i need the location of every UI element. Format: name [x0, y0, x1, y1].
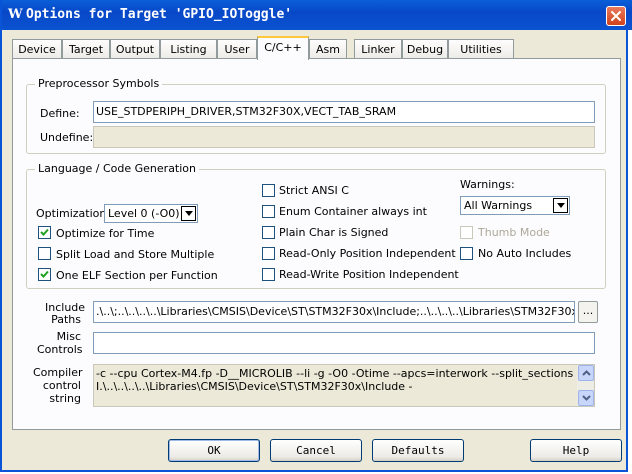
tab-label: Asm — [316, 43, 340, 56]
scroll-up-button[interactable] — [578, 365, 594, 381]
plain-char-signed-checkbox[interactable] — [262, 226, 275, 239]
rw-position-independent-label: Read-Write Position Independent — [279, 268, 459, 281]
strict-ansi-label: Strict ANSI C — [279, 184, 349, 197]
ro-position-independent-checkbox[interactable] — [262, 247, 275, 260]
include-label-line2: Paths — [51, 313, 81, 326]
tab-label: C/C++ — [264, 41, 302, 54]
ro-position-independent-label: Read-Only Position Independent — [279, 247, 456, 260]
one-elf-section-checkbox[interactable] — [38, 268, 51, 281]
preprocessor-group: Preprocessor Symbols Define: USE_STDPERI… — [26, 77, 606, 154]
tab-label: Device — [18, 43, 56, 56]
rw-position-independent-checkbox[interactable] — [262, 268, 275, 281]
check-icon — [40, 228, 49, 236]
chevron-up-icon — [582, 370, 591, 376]
language-legend: Language / Code Generation — [35, 162, 200, 175]
misc-controls-field[interactable] — [93, 332, 595, 354]
optimization-value: Level 0 (-O0) — [108, 207, 180, 220]
one-elf-section-label: One ELF Section per Function — [56, 269, 218, 282]
strict-ansi-checkbox[interactable] — [262, 184, 275, 197]
define-label: Define: — [40, 107, 80, 120]
window-title: Options for Target 'GPIO_IOToggle' — [26, 7, 293, 22]
tab-label: Debug — [406, 43, 444, 56]
include-paths-field[interactable]: .\..\;..\..\..\..\Libraries\CMSIS\Device… — [93, 301, 575, 323]
help-button[interactable]: Help — [530, 439, 622, 462]
tab-user[interactable]: User — [217, 39, 257, 59]
tab-target[interactable]: Target — [62, 39, 110, 59]
optimize-for-time-label: Optimize for Time — [56, 227, 155, 240]
compiler-label-line2: control — [42, 379, 81, 392]
tab-utilities[interactable]: Utilities — [448, 39, 514, 59]
close-icon — [611, 11, 621, 21]
dropdown-button[interactable] — [181, 206, 196, 221]
compiler-control-line2: I.\..\..\..\..\Libraries\CMSIS\Device\ST… — [96, 380, 413, 393]
options-dialog: W Options for Target 'GPIO_IOToggle' Dev… — [0, 0, 632, 472]
preprocessor-legend: Preprocessor Symbols — [35, 77, 163, 90]
compiler-scrollbar[interactable] — [577, 365, 594, 406]
optimize-for-time-checkbox[interactable] — [38, 226, 51, 239]
close-button[interactable] — [606, 6, 626, 26]
optimization-select[interactable]: Level 0 (-O0) — [104, 204, 198, 223]
tab-debug[interactable]: Debug — [402, 39, 448, 59]
tab-label: Target — [68, 43, 104, 56]
split-load-store-checkbox[interactable] — [38, 247, 51, 260]
tab-device[interactable]: Device — [12, 39, 62, 59]
misc-label-line2: Controls — [37, 343, 83, 356]
no-auto-includes-label: No Auto Includes — [478, 247, 572, 260]
ok-button[interactable]: OK — [168, 439, 260, 462]
tab-listing[interactable]: Listing — [160, 39, 217, 59]
tab-label: Utilities — [460, 43, 502, 56]
tab-asm[interactable]: Asm — [309, 39, 347, 59]
enum-container-label: Enum Container always int — [279, 205, 427, 218]
undefine-field[interactable] — [93, 126, 595, 148]
tab-linker[interactable]: Linker — [354, 39, 402, 59]
c-cpp-panel: Preprocessor Symbols Define: USE_STDPERI… — [12, 58, 621, 430]
tab-label: Linker — [361, 43, 395, 56]
compiler-control-string[interactable]: -c --cpu Cortex-M4.fp -D__MICROLIB --li … — [93, 364, 595, 407]
warnings-select[interactable]: All Warnings — [460, 196, 570, 215]
optimization-label: Optimization: — [36, 207, 111, 220]
compiler-label-line1: Compiler — [33, 366, 83, 379]
check-icon — [40, 270, 49, 278]
tab-label: User — [224, 43, 250, 56]
misc-label-line1: Misc — [56, 330, 81, 343]
thumb-mode-checkbox[interactable] — [460, 226, 473, 239]
warnings-label: Warnings: — [460, 178, 515, 191]
define-field[interactable]: USE_STDPERIPH_DRIVER,STM32F30X,VECT_TAB_… — [93, 101, 595, 123]
app-icon: W — [8, 7, 23, 22]
tab-c-cpp[interactable]: C/C++ — [257, 36, 309, 60]
plain-char-signed-label: Plain Char is Signed — [279, 226, 389, 239]
thumb-mode-label: Thumb Mode — [478, 226, 550, 239]
cancel-button[interactable]: Cancel — [270, 439, 362, 462]
compiler-control-line1: -c --cpu Cortex-M4.fp -D__MICROLIB --li … — [96, 367, 576, 380]
chevron-down-icon — [557, 203, 565, 208]
tab-label: Output — [115, 43, 155, 56]
language-group: Language / Code Generation Optimization:… — [26, 162, 606, 289]
tab-output[interactable]: Output — [110, 39, 160, 59]
split-load-store-label: Split Load and Store Multiple — [56, 248, 215, 261]
scroll-down-button[interactable] — [578, 390, 594, 406]
compiler-label-line3: string — [49, 392, 81, 405]
undefine-label: Undefine: — [40, 131, 94, 144]
chevron-down-icon — [185, 211, 193, 216]
enum-container-checkbox[interactable] — [262, 205, 275, 218]
title-bar[interactable]: W Options for Target 'GPIO_IOToggle' — [2, 0, 632, 30]
no-auto-includes-checkbox[interactable] — [460, 247, 473, 260]
warnings-value: All Warnings — [464, 199, 533, 212]
chevron-down-icon — [582, 395, 591, 401]
tab-label: Listing — [170, 43, 207, 56]
include-paths-browse-button[interactable]: ... — [578, 301, 598, 323]
dropdown-button[interactable] — [553, 198, 568, 213]
defaults-button[interactable]: Defaults — [372, 439, 464, 462]
